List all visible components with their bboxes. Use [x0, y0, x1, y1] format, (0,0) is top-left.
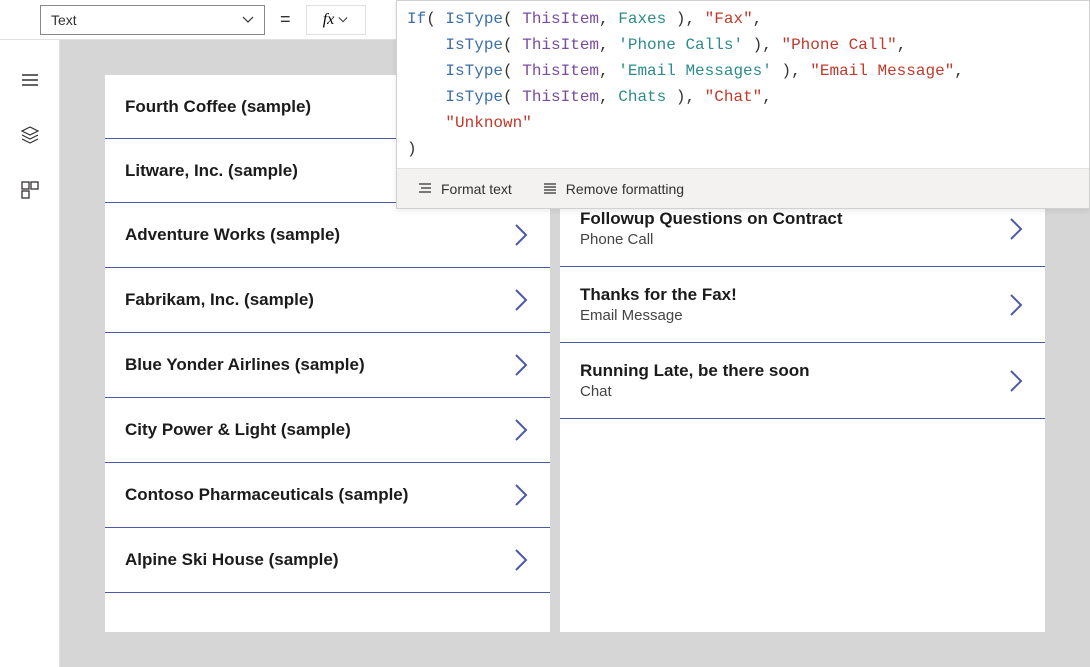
- list-item[interactable]: Fabrikam, Inc. (sample): [105, 268, 550, 333]
- chevron-right-icon: [1007, 215, 1025, 243]
- list-item-title: City Power & Light (sample): [125, 420, 512, 440]
- chevron-right-icon: [512, 546, 530, 574]
- fx-button[interactable]: fx: [306, 5, 366, 35]
- list-item-title: Thanks for the Fax!: [580, 285, 1007, 305]
- list-item[interactable]: Blue Yonder Airlines (sample): [105, 333, 550, 398]
- list-item-title: Fabrikam, Inc. (sample): [125, 290, 512, 310]
- list-item-content: Thanks for the Fax! Email Message: [580, 285, 1007, 324]
- list-item-content: Contoso Pharmaceuticals (sample): [125, 485, 512, 505]
- list-item[interactable]: Running Late, be there soon Chat: [560, 343, 1045, 419]
- chevron-right-icon: [512, 351, 530, 379]
- remove-formatting-label: Remove formatting: [566, 181, 684, 197]
- format-text-button[interactable]: Format text: [417, 181, 512, 197]
- list-item-title: Contoso Pharmaceuticals (sample): [125, 485, 512, 505]
- chevron-right-icon: [512, 221, 530, 249]
- components-icon[interactable]: [20, 180, 40, 200]
- list-item-title: Alpine Ski House (sample): [125, 550, 512, 570]
- list-item-content: Adventure Works (sample): [125, 225, 512, 245]
- fx-label: fx: [323, 11, 335, 29]
- list-item-content: Fabrikam, Inc. (sample): [125, 290, 512, 310]
- list-item-content: Running Late, be there soon Chat: [580, 361, 1007, 400]
- list-item-title: Running Late, be there soon: [580, 361, 1007, 381]
- list-item[interactable]: Contoso Pharmaceuticals (sample): [105, 463, 550, 528]
- format-text-label: Format text: [441, 181, 512, 197]
- formula-text[interactable]: If( IsType( ThisItem, Faxes ), "Fax", Is…: [397, 1, 1089, 168]
- property-dropdown-value: Text: [51, 12, 77, 28]
- chevron-right-icon: [1007, 291, 1025, 319]
- list-item-content: City Power & Light (sample): [125, 420, 512, 440]
- formula-editor[interactable]: If( IsType( ThisItem, Faxes ), "Fax", Is…: [396, 0, 1090, 209]
- hamburger-icon[interactable]: [20, 70, 40, 90]
- list-item-title: Adventure Works (sample): [125, 225, 512, 245]
- list-item-content: Followup Questions on Contract Phone Call: [580, 209, 1007, 248]
- format-text-icon: [417, 181, 433, 197]
- list-item-sub: Phone Call: [580, 231, 1007, 248]
- layers-icon[interactable]: [20, 125, 40, 145]
- list-item-content: Alpine Ski House (sample): [125, 550, 512, 570]
- chevron-down-icon: [338, 15, 348, 25]
- chevron-right-icon: [512, 416, 530, 444]
- left-sidebar: [0, 40, 60, 667]
- equals-sign: =: [280, 9, 291, 30]
- list-item[interactable]: Thanks for the Fax! Email Message: [560, 267, 1045, 343]
- chevron-right-icon: [512, 286, 530, 314]
- list-item-sub: Email Message: [580, 307, 1007, 324]
- list-item-title: Blue Yonder Airlines (sample): [125, 355, 512, 375]
- list-item[interactable]: City Power & Light (sample): [105, 398, 550, 463]
- list-item[interactable]: Alpine Ski House (sample): [105, 528, 550, 593]
- list-item-title: Followup Questions on Contract: [580, 209, 1007, 229]
- chevron-right-icon: [1007, 367, 1025, 395]
- remove-formatting-button[interactable]: Remove formatting: [542, 181, 684, 197]
- list-item-content: Blue Yonder Airlines (sample): [125, 355, 512, 375]
- formula-toolbar: Format text Remove formatting: [397, 168, 1089, 208]
- list-item-sub: Chat: [580, 383, 1007, 400]
- list-item[interactable]: Adventure Works (sample): [105, 203, 550, 268]
- remove-formatting-icon: [542, 181, 558, 197]
- chevron-right-icon: [512, 481, 530, 509]
- chevron-down-icon: [242, 14, 254, 26]
- property-dropdown[interactable]: Text: [40, 5, 265, 35]
